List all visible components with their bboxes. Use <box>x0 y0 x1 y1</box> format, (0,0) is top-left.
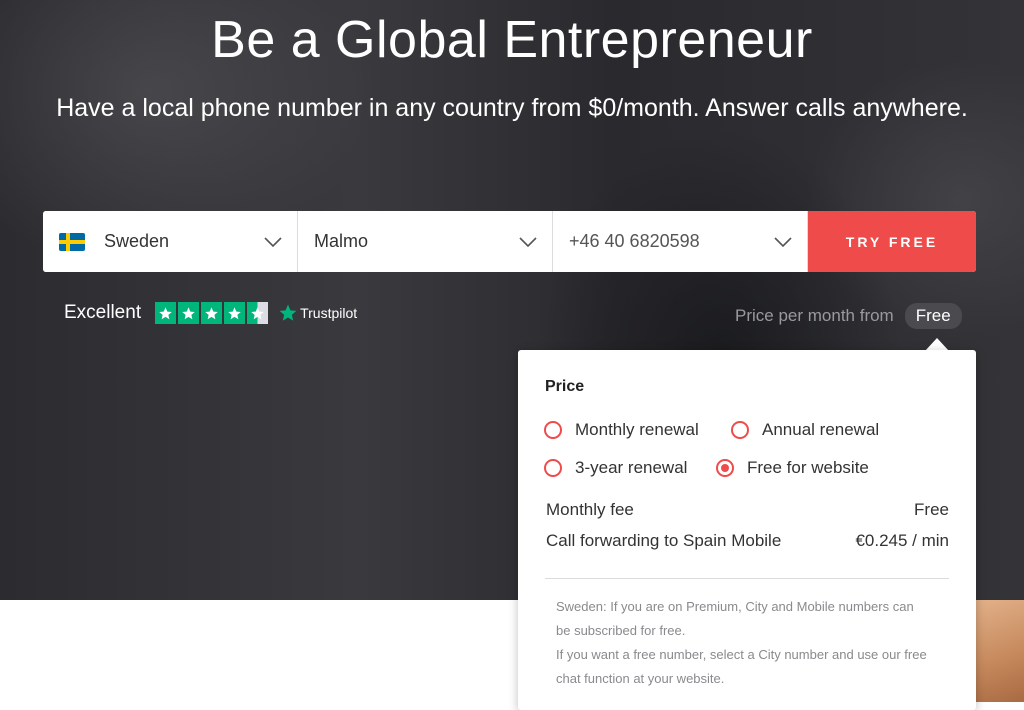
note-line: chat function at your website. <box>556 671 725 686</box>
country-value: Sweden <box>104 231 170 251</box>
radio-circle-selected <box>716 459 734 477</box>
country-select[interactable]: Sweden <box>43 211 298 272</box>
trustpilot-logo: Trustpilot <box>278 303 357 323</box>
trustpilot-star-icon <box>279 304 297 321</box>
page-title: Be a Global Entrepreneur <box>211 11 813 69</box>
price-summary-badge[interactable]: Free <box>904 303 962 329</box>
radio-label: 3-year renewal <box>575 458 688 477</box>
radio-circle <box>544 459 562 477</box>
radio-3-year-renewal[interactable]: 3-year renewal <box>544 458 716 478</box>
rating-stars <box>155 302 269 324</box>
chevron-down-icon <box>519 236 537 247</box>
city-value: Malmo <box>314 231 369 251</box>
sweden-flag-icon <box>59 232 85 251</box>
number-select[interactable]: +46 40 6820598 <box>553 211 808 272</box>
fee-label: Monthly fee <box>546 500 634 519</box>
popup-note: Sweden: If you are on Premium, City and … <box>556 595 956 691</box>
radio-label: Annual renewal <box>762 420 880 439</box>
divider <box>545 578 949 579</box>
radio-label: Free for website <box>747 458 869 477</box>
note-line: be subscribed for free. <box>556 623 686 638</box>
radio-row: 3-year renewal Free for website <box>544 458 869 478</box>
rating-label: Excellent <box>64 302 142 323</box>
number-search-bar: Sweden Malmo +46 40 6820598 TRY FREE <box>43 211 976 272</box>
note-line: If you want a free number, select a City… <box>556 647 927 662</box>
trustpilot-rating[interactable]: Excellent Trustpilot <box>64 302 357 324</box>
number-value: +46 40 6820598 <box>569 231 700 251</box>
fee-value: Free <box>914 500 949 519</box>
city-select[interactable]: Malmo <box>298 211 553 272</box>
note-line: Sweden: If you are on Premium, City and … <box>556 599 914 614</box>
price-summary[interactable]: Price per month from Free <box>735 303 962 329</box>
star-icon <box>155 302 177 324</box>
page-subtitle: Have a local phone number in any country… <box>56 94 968 122</box>
popup-title: Price <box>545 378 585 395</box>
half-star-icon <box>247 302 269 324</box>
star-icon <box>224 302 246 324</box>
trustpilot-wordmark: Trustpilot <box>300 305 358 321</box>
chevron-down-icon <box>264 236 282 247</box>
radio-row: Monthly renewal Annual renewal <box>544 420 879 440</box>
try-free-button[interactable]: TRY FREE <box>808 211 976 272</box>
fee-row-monthly: Monthly fee Free <box>546 500 949 520</box>
radio-free-for-website[interactable]: Free for website <box>716 458 869 478</box>
chevron-down-icon <box>774 236 792 247</box>
price-summary-label: Price per month from <box>735 306 894 325</box>
radio-monthly-renewal[interactable]: Monthly renewal <box>544 420 731 440</box>
radio-circle <box>731 421 749 439</box>
radio-circle <box>544 421 562 439</box>
price-popup: Price Monthly renewal Annual renewal 3-y… <box>518 350 976 710</box>
star-icon <box>201 302 223 324</box>
radio-annual-renewal[interactable]: Annual renewal <box>731 420 879 440</box>
fee-label: Call forwarding to Spain Mobile <box>546 531 782 550</box>
radio-label: Monthly renewal <box>575 420 699 439</box>
fee-value: €0.245 / min <box>855 531 949 550</box>
fee-row-forwarding: Call forwarding to Spain Mobile €0.245 /… <box>546 531 949 551</box>
star-icon <box>178 302 200 324</box>
